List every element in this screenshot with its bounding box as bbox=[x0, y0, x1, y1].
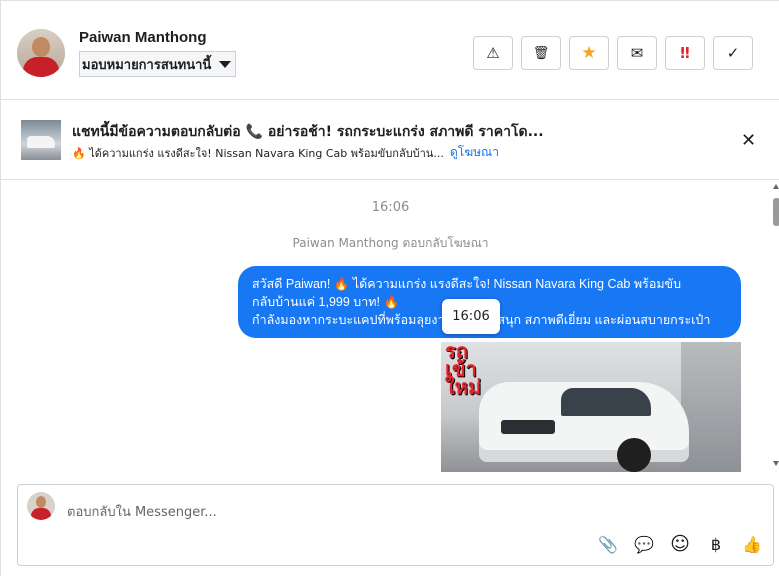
trash-icon: 🗑 bbox=[532, 45, 550, 61]
ad-thumbnail bbox=[21, 120, 61, 160]
time-separator: 16:06 bbox=[371, 200, 410, 215]
saved-replies-button[interactable]: 💬 bbox=[633, 533, 655, 555]
paperclip-icon: 📎 bbox=[598, 534, 618, 554]
scroll-down-arrow-icon[interactable] bbox=[773, 461, 779, 466]
reply-composer[interactable]: ตอบกลับใน Messenger... 📎 💬 ☺ ฿ 👍 bbox=[17, 484, 774, 566]
mark-done-button[interactable]: ✓ bbox=[713, 36, 753, 70]
emoji-button[interactable]: ☺ bbox=[669, 533, 691, 555]
mark-spam-button[interactable]: ⚠ bbox=[473, 36, 513, 70]
mark-unread-button[interactable]: ✉ bbox=[617, 36, 657, 70]
star-icon: ★ bbox=[581, 43, 597, 63]
ad-subtitle: 🔥 ได้ความแกร่ง แรงดีสะใจ! Nissan Navara … bbox=[72, 147, 444, 160]
warning-icon: ⚠ bbox=[486, 44, 500, 62]
exclamation-icon: ‼ bbox=[680, 44, 690, 62]
assign-conversation-label: มอบหมายการสนทนานี้ bbox=[82, 56, 212, 72]
like-button[interactable]: 👍 bbox=[741, 533, 763, 555]
system-message: Paiwan Manthong ตอบกลับโฆษณา bbox=[292, 236, 489, 250]
envelope-icon: ✉ bbox=[630, 44, 644, 62]
timestamp-tooltip: 16:06 bbox=[442, 299, 500, 334]
composer-tools: 📎 💬 ☺ ฿ 👍 bbox=[597, 533, 763, 555]
follow-up-button[interactable]: ‼ bbox=[665, 36, 705, 70]
messenger-conversation-panel: Paiwan Manthong มอบหมายการสนทนานี้ ⚠ 🗑 ★… bbox=[0, 0, 779, 576]
contact-name[interactable]: Paiwan Manthong bbox=[79, 29, 207, 46]
baht-icon: ฿ bbox=[710, 534, 722, 554]
contact-avatar[interactable] bbox=[17, 29, 65, 77]
scrollbar[interactable] bbox=[773, 181, 779, 473]
attach-button[interactable]: 📎 bbox=[597, 533, 619, 555]
ad-title: แชทนี้มีข้อความตอบกลับต่อ 📞 อย่ารอช้า! ร… bbox=[72, 124, 544, 140]
assign-conversation-dropdown[interactable]: มอบหมายการสนทนานี้ bbox=[79, 51, 237, 77]
chat-bubble-icon: 💬 bbox=[634, 534, 654, 554]
smiley-icon: ☺ bbox=[670, 533, 690, 555]
view-ad-link[interactable]: ดูโฆษณา bbox=[450, 143, 499, 162]
payment-button[interactable]: ฿ bbox=[705, 533, 727, 555]
scrollbar-thumb[interactable] bbox=[773, 198, 779, 226]
page-avatar bbox=[27, 492, 55, 520]
thumbs-up-icon: 👍 bbox=[742, 534, 762, 554]
close-icon[interactable]: ✕ bbox=[741, 130, 756, 151]
chevron-down-icon bbox=[219, 60, 232, 68]
message-line: สวัสดี Paiwan! 🔥 ได้ความแกร่ง แรงดีสะใจ!… bbox=[252, 277, 682, 291]
message-thread[interactable]: 16:06 Paiwan Manthong ตอบกลับโฆษณา สวัสด… bbox=[1, 181, 779, 473]
reply-input[interactable]: ตอบกลับใน Messenger... bbox=[67, 501, 217, 522]
conversation-header: Paiwan Manthong มอบหมายการสนทนานี้ ⚠ 🗑 ★… bbox=[1, 0, 779, 100]
delete-button[interactable]: 🗑 bbox=[521, 36, 561, 70]
header-actions: ⚠ 🗑 ★ ✉ ‼ ✓ bbox=[473, 36, 753, 70]
image-logo: รถ เข้า ใหม่ bbox=[445, 342, 482, 399]
checkmark-icon: ✓ bbox=[726, 44, 740, 62]
scroll-up-arrow-icon[interactable] bbox=[773, 184, 779, 189]
star-button[interactable]: ★ bbox=[569, 36, 609, 70]
message-image[interactable]: รถ เข้า ใหม่ bbox=[441, 342, 741, 472]
